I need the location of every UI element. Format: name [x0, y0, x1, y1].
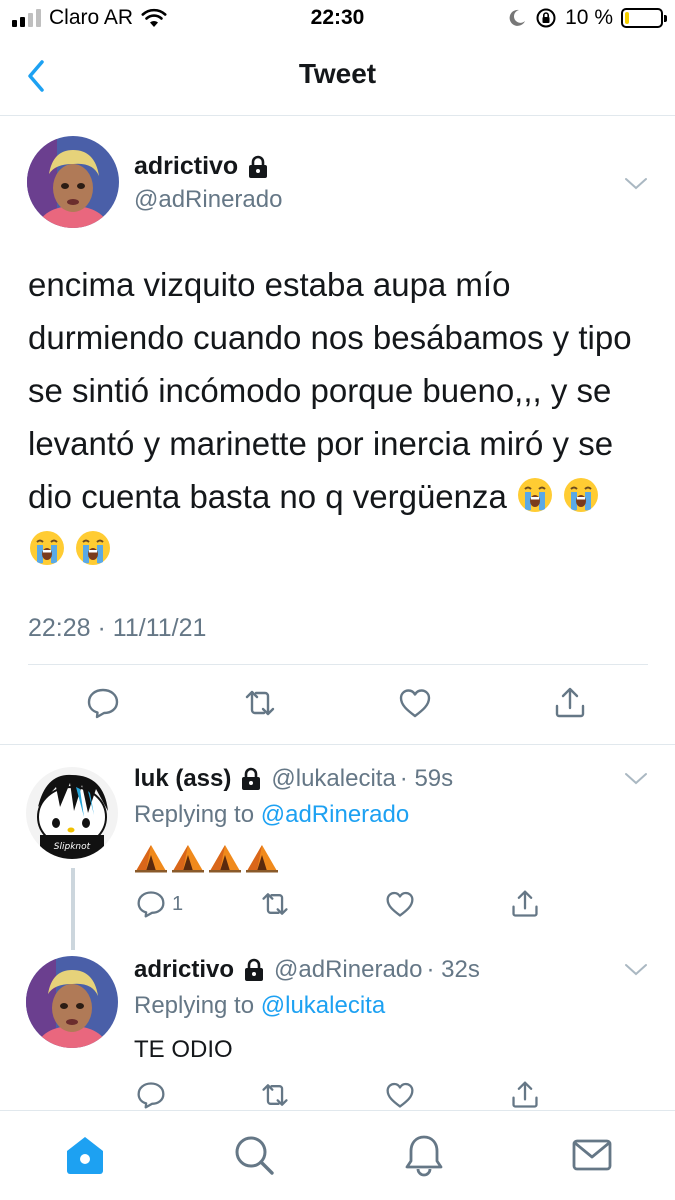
like-button[interactable]: [385, 889, 415, 919]
tab-messages[interactable]: [570, 1133, 614, 1177]
display-name[interactable]: adrictivo: [134, 956, 234, 984]
lock-icon: [249, 155, 268, 178]
retweet-button[interactable]: [260, 1080, 290, 1110]
chevron-down-icon[interactable]: [624, 962, 648, 978]
replying-to: Replying to @adRinerado: [134, 801, 409, 829]
share-button[interactable]: [553, 686, 587, 720]
heart-icon: [386, 1082, 414, 1108]
tent-emoji: [172, 845, 204, 873]
notifications-icon: [405, 1135, 443, 1177]
retweet-icon: [262, 1084, 288, 1106]
status-bar: Claro AR 22:30 10 %: [0, 0, 675, 38]
tab-home[interactable]: [63, 1133, 107, 1177]
share-button[interactable]: [510, 889, 540, 919]
heart-icon: [386, 891, 414, 917]
lock-icon: [245, 958, 264, 981]
tent-emoji: [209, 845, 241, 873]
tweet-timestamp[interactable]: 22:28 · 11/11/21: [28, 614, 206, 643]
tab-bar: [0, 1110, 675, 1200]
tweet-text: encima vizquito estaba aupa mío durmiend…: [28, 258, 648, 576]
display-name[interactable]: adrictivo: [134, 152, 238, 181]
replying-to: Replying to @lukalecita: [134, 992, 385, 1020]
battery-level: [625, 12, 629, 24]
moon-icon: [509, 9, 526, 26]
thread-line: [71, 868, 75, 950]
replying-prefix: Replying to: [134, 992, 255, 1019]
retweet-icon: [245, 690, 275, 716]
tweet-actions: [0, 686, 675, 726]
reply-body: [134, 843, 282, 880]
reply-actions: 1: [0, 889, 675, 923]
reply-author-row: adrictivo @adRinerado · 32s: [134, 956, 480, 984]
divider: [28, 664, 648, 665]
reply-age: · 59s: [399, 765, 454, 792]
avatar[interactable]: [26, 956, 118, 1048]
reply-button[interactable]: [86, 686, 120, 720]
heart-icon: [399, 689, 431, 718]
retweet-icon: [262, 893, 288, 915]
search-icon: [235, 1136, 274, 1175]
display-name[interactable]: luk (ass): [134, 765, 231, 793]
chevron-down-icon[interactable]: [624, 176, 648, 192]
chevron-down-icon[interactable]: [624, 771, 648, 787]
home-icon: [67, 1137, 103, 1174]
replying-prefix: Replying to: [134, 801, 255, 828]
reply-body: TE ODIO: [134, 1036, 233, 1063]
share-icon: [512, 1081, 538, 1108]
mention-link[interactable]: @lukalecita: [261, 992, 385, 1019]
user-handle[interactable]: @adRinerado: [134, 186, 282, 214]
author-row: adrictivo: [134, 152, 268, 181]
svg-text:Slipknot: Slipknot: [54, 842, 91, 852]
reply-button[interactable]: 1: [136, 889, 183, 919]
user-handle[interactable]: @lukalecita: [271, 765, 395, 793]
rotation-lock-icon: [536, 8, 556, 28]
reply-age: · 32s: [426, 956, 480, 983]
like-button[interactable]: [385, 1080, 415, 1110]
user-handle[interactable]: @adRinerado: [274, 956, 422, 984]
reply-button[interactable]: [136, 1080, 166, 1110]
nav-header: Tweet: [0, 38, 675, 116]
retweet-button[interactable]: [260, 889, 290, 919]
reply-icon: [87, 688, 119, 719]
battery-icon: [621, 8, 667, 28]
tab-notifications[interactable]: [402, 1133, 446, 1177]
tab-search[interactable]: [232, 1133, 276, 1177]
share-icon: [512, 890, 538, 917]
reply-icon: [137, 891, 165, 918]
crying-face-emoji: [76, 531, 110, 565]
reply-icon: [137, 1082, 165, 1109]
avatar[interactable]: [27, 136, 119, 228]
section-divider: [0, 744, 675, 745]
reply-author-row: luk (ass) @lukalecita · 59s: [134, 765, 453, 793]
battery-tip: [664, 15, 667, 22]
share-button[interactable]: [510, 1080, 540, 1110]
battery-percent: 10 %: [565, 6, 613, 29]
reply-actions: [0, 1080, 675, 1114]
crying-face-emoji: [564, 478, 599, 512]
retweet-button[interactable]: [243, 686, 277, 720]
tent-emoji: [135, 845, 167, 873]
lock-icon: [242, 767, 261, 790]
messages-icon: [572, 1139, 612, 1171]
like-button[interactable]: [398, 686, 432, 720]
tent-emoji: [246, 845, 278, 873]
crying-face-emoji: [518, 478, 553, 512]
reply-count: 1: [172, 892, 184, 915]
share-icon: [555, 687, 585, 718]
mention-link[interactable]: @adRinerado: [261, 801, 409, 828]
status-right: 10 %: [507, 6, 667, 30]
page-title: Tweet: [298, 58, 377, 89]
avatar[interactable]: Slipknot: [26, 767, 118, 859]
crying-face-emoji: [30, 531, 64, 565]
